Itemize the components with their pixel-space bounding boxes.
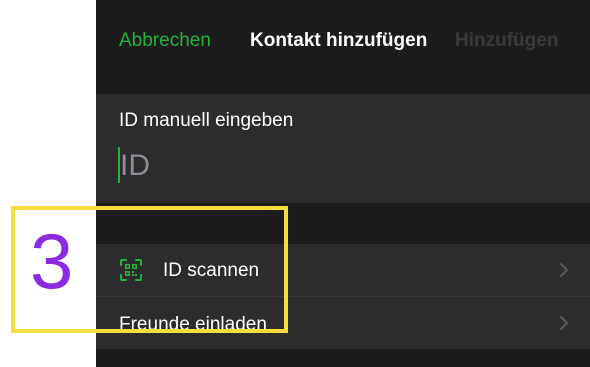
app-screen: Abbrechen Kontakt hinzufügen Hinzufügen … (96, 0, 590, 367)
qr-scan-icon (119, 258, 143, 282)
invite-friends-row[interactable]: Freunde einladen (96, 297, 590, 349)
add-button[interactable]: Hinzufügen (455, 30, 558, 52)
scan-id-row[interactable]: ID scannen (96, 244, 590, 296)
bottom-area (96, 349, 590, 367)
page-title: Kontakt hinzufügen (250, 30, 428, 51)
cancel-button[interactable]: Abbrechen (119, 30, 211, 52)
chevron-right-icon (559, 315, 569, 331)
manual-id-label: ID manuell eingeben (119, 110, 294, 131)
section-gap (96, 203, 590, 244)
navigation-bar: Abbrechen Kontakt hinzufügen Hinzufügen (96, 0, 590, 94)
manual-id-section: ID manuell eingeben (96, 94, 590, 203)
id-input[interactable] (120, 146, 560, 186)
scan-id-label: ID scannen (163, 260, 260, 281)
invite-friends-label: Freunde einladen (119, 314, 267, 335)
chevron-right-icon (559, 262, 569, 278)
id-input-wrapper (118, 146, 568, 186)
step-number: 3 (30, 217, 74, 305)
